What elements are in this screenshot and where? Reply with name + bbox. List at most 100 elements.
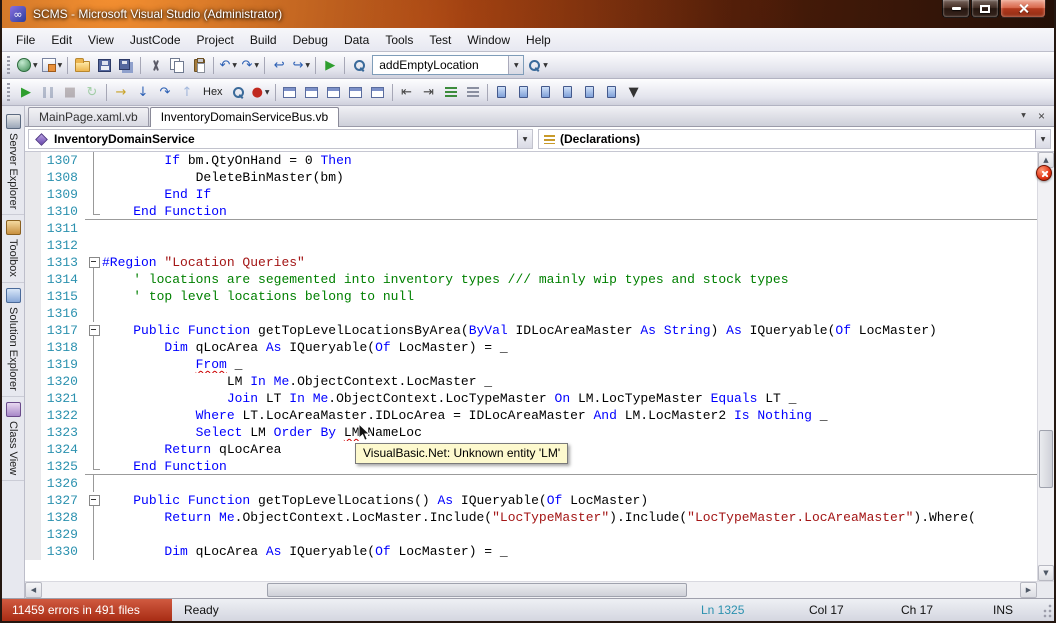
code-line[interactable]: 1317 Public Function getTopLevelLocation… — [25, 322, 1037, 339]
menu-data[interactable]: Data — [336, 30, 377, 50]
toggle-bookmark-button[interactable] — [491, 81, 513, 103]
open-file-button[interactable] — [71, 54, 93, 76]
dropdown-arrow-icon[interactable]: ▼ — [508, 56, 524, 74]
immediate-window-button[interactable] — [367, 81, 389, 103]
scroll-down-arrow[interactable]: ▼ — [1038, 565, 1054, 581]
next-bookmark-button[interactable] — [535, 81, 557, 103]
menu-test[interactable]: Test — [421, 30, 459, 50]
save-all-button[interactable] — [115, 54, 137, 76]
menu-view[interactable]: View — [80, 30, 122, 50]
code-line[interactable]: 1328 Return Me.ObjectContext.LocMaster.I… — [25, 509, 1037, 526]
dropdown-arrow-icon[interactable]: ▼ — [517, 130, 532, 148]
solution-explorer-window-button[interactable] — [279, 81, 301, 103]
horizontal-scrollbar[interactable]: ◀ ▶ — [25, 581, 1054, 598]
menu-window[interactable]: Window — [459, 30, 518, 50]
clear-bookmarks-button[interactable] — [601, 81, 623, 103]
toolbar-grip[interactable] — [7, 56, 10, 74]
vertical-scrollbar[interactable]: ▲ ▼ — [1037, 152, 1054, 581]
navigate-forward-button[interactable]: ↪ ▼ — [290, 54, 312, 76]
code-line[interactable]: 1308 DeleteBinMaster(bm) — [25, 169, 1037, 186]
code-line[interactable]: 1320 LM In Me.ObjectContext.LocMaster _ — [25, 373, 1037, 390]
code-line[interactable]: 1330 Dim qLocArea As IQueryable(Of LocMa… — [25, 543, 1037, 560]
code-line[interactable]: 1326 — [25, 475, 1037, 492]
navigate-backward-button[interactable]: ↩ — [268, 54, 290, 76]
justcode-error-badge-icon[interactable] — [1036, 165, 1052, 181]
break-all-button[interactable] — [37, 81, 59, 103]
hex-button[interactable]: Hex — [198, 81, 228, 103]
code-line[interactable]: 1327 Public Function getTopLevelLocation… — [25, 492, 1037, 509]
code-line[interactable]: 1310 End Function — [25, 203, 1037, 220]
breakpoint-button[interactable]: ● ▼ — [250, 81, 272, 103]
menu-help[interactable]: Help — [518, 30, 559, 50]
code-line[interactable]: 1309 End If — [25, 186, 1037, 203]
scroll-right-arrow[interactable]: ▶ — [1020, 582, 1037, 598]
dropdown-arrow-icon[interactable]: ▼ — [265, 89, 270, 96]
code-line[interactable]: 1315 ' top level locations belong to nul… — [25, 288, 1037, 305]
fold-collapse-icon[interactable] — [85, 492, 102, 509]
menu-project[interactable]: Project — [189, 30, 242, 50]
members-combobox[interactable]: (Declarations) ▼ — [538, 129, 1051, 149]
code-line[interactable]: 1316 — [25, 305, 1037, 322]
step-over-button[interactable]: ↷ — [154, 81, 176, 103]
code-editor[interactable]: 1307 If bm.QtyOnHand = 0 Then 1308 Delete… — [25, 152, 1037, 581]
menu-file[interactable]: File — [8, 30, 43, 50]
maximize-button[interactable] — [971, 0, 999, 18]
memory-button[interactable] — [228, 81, 250, 103]
dropdown-arrow-icon[interactable]: ▼ — [232, 62, 237, 69]
decrease-indent-button[interactable]: ⇤ — [396, 81, 418, 103]
start-debug-button[interactable]: ▶ — [15, 81, 37, 103]
output-window-button[interactable] — [345, 81, 367, 103]
horizontal-scroll-track[interactable] — [42, 582, 1020, 598]
cut-button[interactable] — [144, 54, 166, 76]
code-line[interactable]: 1321 Join LT In Me.ObjectContext.LocType… — [25, 390, 1037, 407]
menu-justcode[interactable]: JustCode — [122, 30, 189, 50]
code-line[interactable]: 1314 ' locations are segemented into inv… — [25, 271, 1037, 288]
find-combo-value[interactable]: addEmptyLocation — [379, 58, 508, 72]
code-line[interactable]: 1313 #Region "Location Queries" — [25, 254, 1037, 271]
restart-button[interactable]: ↻ — [81, 81, 103, 103]
paste-button[interactable] — [188, 54, 210, 76]
dropdown-arrow-icon[interactable]: ▼ — [543, 62, 548, 69]
vertical-scroll-thumb[interactable] — [1039, 430, 1053, 489]
comment-button[interactable] — [440, 81, 462, 103]
dropdown-arrow-icon[interactable]: ▼ — [1035, 130, 1050, 148]
step-out-button[interactable]: ↑ — [176, 81, 198, 103]
start-debugging-button[interactable]: ▶ — [319, 54, 341, 76]
new-project-button[interactable]: ▼ — [15, 54, 40, 76]
toolbar-options-button[interactable]: ▼ — [623, 81, 645, 103]
dropdown-arrow-icon[interactable]: ▼ — [33, 62, 38, 69]
menu-build[interactable]: Build — [242, 30, 285, 50]
stop-debugging-button[interactable]: ■ — [59, 81, 81, 103]
dropdown-arrow-icon[interactable]: ▼ — [305, 62, 310, 69]
minimize-button[interactable] — [942, 0, 970, 18]
title-bar[interactable]: ∞ SCMS - Microsoft Visual Studio (Admini… — [2, 0, 1054, 28]
prev-bookmark-button[interactable] — [513, 81, 535, 103]
horizontal-scroll-thumb[interactable] — [266, 583, 688, 597]
code-line[interactable]: 1319 From _ — [25, 356, 1037, 373]
error-count-panel[interactable]: 11459 errors in 491 files — [2, 599, 172, 621]
sidebar-tab-class-view[interactable]: Class View — [2, 397, 24, 482]
close-button[interactable] — [1000, 0, 1046, 18]
prev-bookmark-folder-button[interactable] — [557, 81, 579, 103]
save-button[interactable] — [93, 54, 115, 76]
code-line[interactable]: 1312 — [25, 237, 1037, 254]
next-bookmark-folder-button[interactable] — [579, 81, 601, 103]
redo-button[interactable]: ↷ ▼ — [239, 54, 261, 76]
show-next-statement-button[interactable]: → — [110, 81, 132, 103]
menu-debug[interactable]: Debug — [285, 30, 336, 50]
menu-edit[interactable]: Edit — [43, 30, 80, 50]
sidebar-tab-toolbox[interactable]: Toolbox — [2, 215, 24, 284]
uncomment-button[interactable] — [462, 81, 484, 103]
toolbar-grip[interactable] — [7, 83, 10, 101]
code-line[interactable]: 1322 Where LT.LocAreaMaster.IDLocArea = … — [25, 407, 1037, 424]
dropdown-arrow-icon[interactable]: ▼ — [58, 62, 63, 69]
scroll-left-arrow[interactable]: ◀ — [25, 582, 42, 598]
step-into-button[interactable]: ↓ — [132, 81, 154, 103]
increase-indent-button[interactable]: ⇥ — [418, 81, 440, 103]
code-line[interactable]: 1307 If bm.QtyOnHand = 0 Then — [25, 152, 1037, 169]
code-line[interactable]: 1311 — [25, 220, 1037, 237]
add-new-item-button[interactable]: ▼ — [40, 54, 65, 76]
tab-list-button[interactable]: ▼ — [1016, 108, 1031, 123]
sidebar-tab-server-explorer[interactable]: Server Explorer — [2, 109, 24, 216]
find-combo[interactable]: addEmptyLocation ▼ — [372, 55, 525, 75]
